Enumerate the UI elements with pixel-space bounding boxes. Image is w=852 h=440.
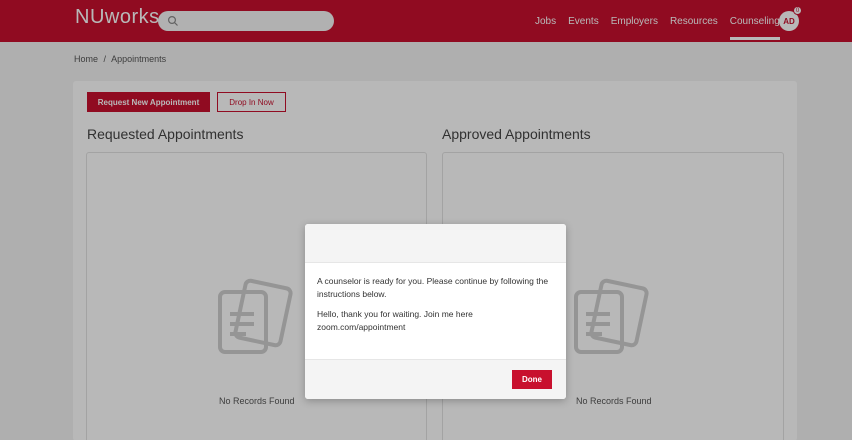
done-button[interactable]: Done bbox=[512, 370, 552, 389]
modal-footer: Done bbox=[305, 359, 566, 399]
counselor-ready-modal: A counselor is ready for you. Please con… bbox=[305, 224, 566, 399]
modal-header bbox=[305, 224, 566, 263]
modal-instructions: Hello, thank you for waiting. Join me he… bbox=[317, 309, 473, 332]
modal-message: A counselor is ready for you. Please con… bbox=[317, 276, 549, 299]
modal-body: A counselor is ready for you. Please con… bbox=[305, 263, 566, 334]
